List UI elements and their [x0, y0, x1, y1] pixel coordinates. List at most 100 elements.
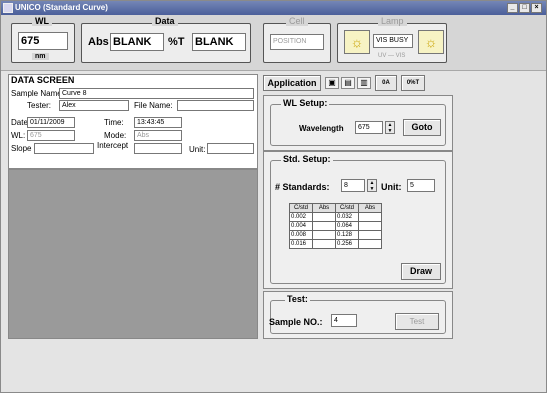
wl-setup-title: WL Setup:: [281, 98, 330, 108]
table-cell[interactable]: [312, 212, 336, 222]
standards-input[interactable]: 8: [341, 179, 365, 192]
zero-absorbance-button[interactable]: 0A: [375, 75, 397, 91]
standards-spinner[interactable]: ▲ ▼: [367, 179, 377, 192]
sample-no-input[interactable]: 4: [331, 314, 357, 327]
test-button[interactable]: Test: [395, 313, 439, 330]
table-cell[interactable]: [312, 221, 336, 231]
table-cell[interactable]: 0.004: [289, 221, 313, 231]
uv-lamp-icon[interactable]: ☼: [344, 30, 370, 54]
table-cell[interactable]: 0.008: [289, 230, 313, 240]
data-group: Data Abs BLANK %T BLANK: [81, 16, 251, 63]
table-cell[interactable]: 0.002: [289, 212, 313, 222]
table-row: 0.008 0.128: [289, 230, 382, 240]
hundred-percent-t-button[interactable]: 0%T: [401, 75, 425, 91]
abs-label: Abs: [88, 36, 109, 48]
time-label: Time:: [104, 118, 124, 127]
column-header: C/std: [289, 203, 313, 213]
wl-setup-section: WL Setup: Wavelength 675 ▲ ▼ Goto: [270, 98, 446, 146]
open-icon[interactable]: ▤: [341, 77, 355, 89]
standards-table-header: C/std Abs C/std Abs: [289, 203, 382, 213]
cell-position-display: POSITION: [270, 34, 324, 50]
graph-area: [8, 169, 258, 339]
wl-info-field: 675: [27, 130, 75, 141]
window-controls: _ □ ×: [507, 3, 542, 13]
table-row: 0.016 0.256: [289, 239, 382, 249]
table-cell[interactable]: [312, 239, 336, 249]
close-button[interactable]: ×: [531, 3, 542, 13]
print-icon[interactable]: ▥: [357, 77, 371, 89]
wl-setup-panel: WL Setup: Wavelength 675 ▲ ▼ Goto: [263, 95, 453, 151]
unit-info-field: [207, 143, 254, 154]
standards-label: # Standards:: [275, 182, 330, 192]
wavelength-label: Wavelength: [299, 124, 344, 133]
column-header: Abs: [358, 203, 382, 213]
wl-unit: nm: [32, 53, 49, 60]
lamp-group: Lamp ☼ VIS BUSY ☼ UV — VIS: [337, 16, 447, 63]
mode-label: Mode:: [104, 131, 127, 140]
file-name-field[interactable]: [177, 100, 254, 111]
mode-field: Abs: [134, 130, 182, 141]
table-row: 0.002 0.032: [289, 212, 382, 222]
table-cell[interactable]: 0.064: [335, 221, 359, 231]
table-cell[interactable]: 0.256: [335, 239, 359, 249]
wl-info-label: WL:: [11, 131, 26, 140]
application-button[interactable]: Application: [263, 75, 321, 91]
goto-button[interactable]: Goto: [403, 119, 441, 136]
lamp-label: Lamp: [378, 16, 407, 26]
slope-label: Slope: [11, 144, 32, 153]
status-band: WL 675 nm Data Abs BLANK %T BLANK Cell P…: [1, 15, 546, 71]
wl-group: WL 675 nm: [11, 16, 75, 63]
column-header: Abs: [312, 203, 336, 213]
maximize-button[interactable]: □: [519, 3, 530, 13]
table-cell[interactable]: 0.032: [335, 212, 359, 222]
window-title: UNICO (Standard Curve): [15, 3, 108, 12]
sample-no-label: Sample NO.:: [269, 317, 323, 327]
data-label: Data: [152, 16, 178, 26]
table-row: 0.004 0.064: [289, 221, 382, 231]
application-toolbar: Application ▣ ▤ ▥ 0A 0%T: [263, 75, 453, 91]
lamp-status: VIS BUSY: [373, 34, 413, 48]
table-cell[interactable]: 0.016: [289, 239, 313, 249]
cell-label: Cell: [286, 16, 308, 26]
save-icon[interactable]: ▣: [325, 77, 339, 89]
test-title: Test:: [285, 294, 310, 304]
std-setup-title: Std. Setup:: [281, 154, 333, 164]
tester-label: Tester:: [27, 101, 52, 110]
std-unit-input[interactable]: 5: [407, 179, 435, 192]
minimize-button[interactable]: _: [507, 3, 518, 13]
tester-field[interactable]: Alex: [59, 100, 129, 111]
table-cell[interactable]: [358, 230, 382, 240]
intercept-label: Intercept: [97, 141, 129, 150]
date-field[interactable]: 01/11/2009: [27, 117, 75, 128]
sample-name-field[interactable]: Curve 8: [59, 88, 254, 99]
transmittance-display: BLANK: [192, 33, 246, 51]
slope-field: [34, 143, 94, 154]
time-field[interactable]: 13:43:45: [134, 117, 182, 128]
file-name-label: File Name:: [134, 101, 173, 110]
std-setup-section: Std. Setup: # Standards: 8 ▲ ▼ Unit: 5 C/…: [270, 154, 446, 284]
test-section: Test: Sample NO.: 4 Test: [269, 294, 446, 334]
wavelength-spinner[interactable]: ▲ ▼: [385, 121, 395, 134]
title-bar: UNICO (Standard Curve) _ □ ×: [1, 1, 546, 15]
test-panel: Test: Sample NO.: 4 Test: [263, 291, 453, 339]
wl-label: WL: [32, 16, 52, 26]
table-cell[interactable]: [358, 239, 382, 249]
cell-group: Cell POSITION: [263, 16, 331, 63]
standards-table: C/std Abs C/std Abs 0.002 0.032 0.004 0.…: [289, 203, 382, 249]
app-icon: [3, 3, 13, 13]
table-cell[interactable]: 0.128: [335, 230, 359, 240]
column-header: C/std: [335, 203, 359, 213]
data-screen-title: DATA SCREEN: [11, 75, 75, 85]
data-screen-panel: DATA SCREEN Sample Name: Curve 8 Tester:…: [8, 74, 258, 169]
wl-display: 675: [18, 32, 68, 50]
unit-info-label: Unit:: [189, 145, 206, 154]
vis-lamp-icon[interactable]: ☼: [418, 30, 444, 54]
table-cell[interactable]: [358, 212, 382, 222]
transmittance-label: %T: [168, 36, 185, 48]
wavelength-input[interactable]: 675: [355, 121, 383, 134]
table-cell[interactable]: [358, 221, 382, 231]
intercept-field: [134, 143, 182, 154]
draw-button[interactable]: Draw: [401, 263, 441, 280]
table-cell[interactable]: [312, 230, 336, 240]
std-setup-panel: Std. Setup: # Standards: 8 ▲ ▼ Unit: 5 C/…: [263, 151, 453, 289]
